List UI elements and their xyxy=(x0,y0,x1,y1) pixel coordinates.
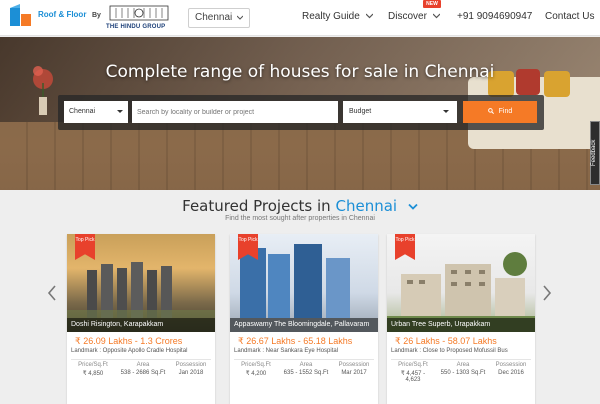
divider xyxy=(234,359,374,360)
search-input[interactable] xyxy=(132,101,338,123)
project-card[interactable]: Top Pick Doshi Risington, Karapakkam ₹ 2… xyxy=(67,234,215,404)
top-header: Roof & Floor By THE HINDU GROUP Chennai … xyxy=(0,0,600,36)
nav-label: +91 9094690947 xyxy=(457,11,533,22)
project-landmark: Landmark : Near Sankara Eye Hospital xyxy=(234,348,339,354)
find-button[interactable]: Find xyxy=(463,101,537,123)
stat-area: Area 538 - 2686 Sq.Ft xyxy=(120,362,166,376)
budget-select[interactable]: Budget xyxy=(343,101,457,123)
chevron-down-icon xyxy=(432,13,440,19)
chevron-down-icon xyxy=(365,13,373,19)
featured-title-prefix: Featured Projects in xyxy=(182,197,331,215)
project-card[interactable]: Top Pick Appaswamy The Bloomingdale, Pal… xyxy=(230,234,378,404)
project-name: Doshi Risington, Karapakkam xyxy=(67,318,215,332)
feedback-tab[interactable]: Feedback xyxy=(590,121,600,185)
stat-price-per-sqft: Price/Sq.Ft ₹ 4,200 xyxy=(241,362,271,377)
project-landmark: Landmark : Opposite Apollo Cradle Hospit… xyxy=(71,348,188,354)
nav-realty-guide[interactable]: Realty Guide xyxy=(302,11,373,22)
featured-subtitle: Find the most sought after properties in… xyxy=(225,215,375,222)
stat-possession: Possession Dec 2016 xyxy=(495,362,527,376)
roof-floor-logo-icon[interactable] xyxy=(8,4,34,30)
brand-name[interactable]: Roof & Floor xyxy=(38,10,86,19)
search-bar: Chennai Budget Find xyxy=(58,95,544,130)
find-label: Find xyxy=(498,108,513,115)
hero-title: Complete range of houses for sale in Che… xyxy=(105,62,495,82)
hindu-crest-icon xyxy=(109,5,169,21)
city-select-value: Chennai xyxy=(195,12,233,23)
caret-down-icon xyxy=(443,110,449,113)
hero-banner: Complete range of houses for sale in Che… xyxy=(0,37,600,190)
nav-label: Discover xyxy=(388,11,427,22)
nav-contact-us[interactable]: Contact Us xyxy=(545,11,594,22)
budget-label: Budget xyxy=(349,108,372,115)
stat-price-per-sqft: Price/Sq.Ft ₹ 4,850 xyxy=(78,362,108,377)
search-city-value: Chennai xyxy=(69,108,96,115)
project-image[interactable]: Top Pick Urban Tree Superb, Urapakkam xyxy=(387,234,535,332)
nav-discover[interactable]: Discover xyxy=(388,11,440,22)
caret-down-icon xyxy=(117,110,123,113)
arrow-right-icon[interactable] xyxy=(541,284,553,302)
project-name: Urban Tree Superb, Urapakkam xyxy=(387,318,535,332)
stat-area: Area 550 - 1303 Sq.Ft xyxy=(440,362,486,376)
chevron-down-icon xyxy=(237,15,243,20)
search-city-select[interactable]: Chennai xyxy=(64,101,128,123)
stat-possession: Possession Jan 2018 xyxy=(175,362,207,376)
project-name: Appaswamy The Bloomingdale, Pallavaram xyxy=(230,318,378,332)
stat-price-per-sqft: Price/Sq.Ft ₹ 4,457 - 4,623 xyxy=(398,362,428,383)
partner-label: THE HINDU GROUP xyxy=(106,24,166,30)
project-landmark: Landmark : Close to Proposed Mofussil Bu… xyxy=(391,348,508,354)
project-price: ₹ 26.67 Lakhs - 65.18 Lakhs xyxy=(238,336,353,346)
project-image[interactable]: Top Pick Doshi Risington, Karapakkam xyxy=(67,234,215,332)
by-label: By xyxy=(92,12,101,19)
nav-label: Contact Us xyxy=(545,11,595,22)
divider xyxy=(71,359,211,360)
chevron-down-icon[interactable] xyxy=(408,203,418,211)
project-card[interactable]: Top Pick Urban Tree Superb, Urapakkam ₹ … xyxy=(387,234,535,404)
featured-title: Featured Projects in Chennai xyxy=(0,197,600,215)
arrow-left-icon[interactable] xyxy=(46,284,58,302)
nav-phone[interactable]: +91 9094690947 xyxy=(457,11,532,22)
project-image[interactable]: Top Pick Appaswamy The Bloomingdale, Pal… xyxy=(230,234,378,332)
featured-city[interactable]: Chennai xyxy=(335,197,397,215)
stat-area: Area 635 - 1552 Sq.Ft xyxy=(283,362,329,376)
nav-label: Realty Guide xyxy=(302,11,360,22)
new-badge: NEW xyxy=(423,0,441,8)
search-icon xyxy=(487,108,494,114)
city-select[interactable]: Chennai xyxy=(188,8,250,28)
stat-possession: Possession Mar 2017 xyxy=(338,362,370,376)
divider xyxy=(391,359,531,360)
project-price: ₹ 26 Lakhs - 58.07 Lakhs xyxy=(395,336,497,346)
project-price: ₹ 26.09 Lakhs - 1.3 Crores xyxy=(75,336,183,346)
